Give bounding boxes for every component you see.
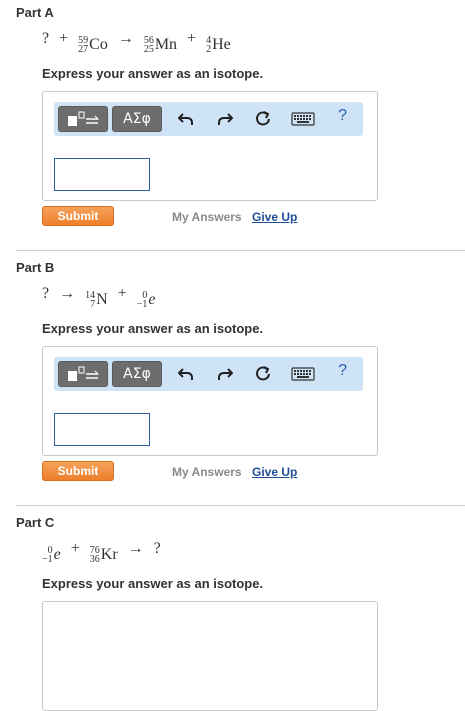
nuclide-electron: 0 −1 e (42, 546, 61, 565)
undo-icon (178, 113, 193, 125)
particle-symbol: e (148, 291, 156, 308)
reaction-arrow: → (117, 30, 134, 47)
plus-operator: + (70, 540, 80, 557)
element-symbol: Kr (100, 546, 118, 563)
part-b-answer-box: ΑΣφ ? (42, 346, 378, 456)
redo-icon (218, 113, 233, 125)
reset-button[interactable] (252, 363, 274, 385)
math-toolbar: ΑΣφ ? (54, 357, 363, 391)
part-b-give-up-link[interactable]: Give Up (252, 465, 297, 479)
template-icon (68, 111, 100, 126)
atomic-number: 27 (78, 44, 89, 55)
part-b-title: Part B (16, 260, 55, 275)
element-symbol: Co (89, 36, 108, 53)
nuclide-cobalt: 59 27 Co (78, 36, 108, 55)
nuclide-krypton: 76 36 Kr (89, 546, 118, 565)
atomic-number: −1 (136, 299, 148, 310)
atomic-number: 25 (143, 44, 154, 55)
reaction-arrow: → (59, 285, 76, 302)
reset-icon (256, 111, 270, 126)
keyboard-button[interactable] (290, 108, 316, 130)
reset-icon (256, 366, 270, 381)
template-button[interactable] (58, 361, 108, 387)
section-divider (16, 250, 465, 251)
undo-button[interactable] (175, 363, 197, 385)
keyboard-icon (291, 112, 315, 126)
part-c-equation: 0 −1 e + 76 36 Kr → ? (42, 540, 161, 565)
undo-icon (178, 368, 193, 380)
part-a-my-answers-link[interactable]: My Answers (172, 210, 242, 224)
atomic-number: 7 (90, 299, 96, 310)
reset-button[interactable] (252, 108, 274, 130)
part-b-equation: ? → 14 7 N + 0 −1 e (42, 285, 156, 310)
part-c-answer-box (42, 601, 378, 711)
part-a-give-up-link[interactable]: Give Up (252, 210, 297, 224)
plus-operator: + (59, 30, 69, 47)
part-a-title: Part A (16, 5, 54, 20)
part-a-equation: ? + 59 27 Co → 56 25 Mn + 42 He (42, 30, 231, 55)
part-a-instruction: Express your answer as an isotope. (42, 66, 264, 81)
element-symbol: Mn (154, 36, 178, 53)
atomic-number: −1 (42, 554, 53, 565)
part-a-submit-button[interactable]: Submit (42, 206, 114, 226)
redo-icon (218, 368, 233, 380)
plus-operator: + (187, 30, 197, 47)
help-button[interactable]: ? (338, 362, 347, 380)
greek-symbols-button[interactable]: ΑΣφ (112, 361, 162, 387)
template-icon (68, 366, 100, 381)
math-toolbar: ΑΣφ ? (54, 102, 363, 136)
part-c-instruction: Express your answer as an isotope. (42, 576, 264, 591)
redo-button[interactable] (214, 108, 236, 130)
unknown-symbol: ? (42, 30, 50, 47)
undo-button[interactable] (175, 108, 197, 130)
atomic-number: 2 (206, 44, 212, 55)
template-button[interactable] (58, 106, 108, 132)
part-b-my-answers-link[interactable]: My Answers (172, 465, 242, 479)
part-a-answer-input[interactable] (54, 158, 150, 191)
keyboard-icon (291, 367, 315, 381)
plus-operator: + (117, 285, 127, 302)
part-b-submit-button[interactable]: Submit (42, 461, 114, 481)
nuclide-electron: 0 −1 e (136, 291, 156, 310)
reaction-arrow: → (127, 540, 144, 557)
part-b-answer-input[interactable] (54, 413, 150, 446)
redo-button[interactable] (214, 363, 236, 385)
keyboard-button[interactable] (290, 363, 316, 385)
unknown-symbol: ? (42, 285, 50, 302)
atomic-number: 36 (89, 554, 100, 565)
particle-symbol: e (53, 546, 61, 563)
part-c-title: Part C (16, 515, 55, 530)
greek-symbols-button[interactable]: ΑΣφ (112, 106, 162, 132)
part-b-instruction: Express your answer as an isotope. (42, 321, 264, 336)
nuclide-nitrogen: 14 7 N (85, 291, 108, 310)
unknown-symbol: ? (153, 540, 161, 557)
nuclide-manganese: 56 25 Mn (143, 36, 178, 55)
element-symbol: He (212, 36, 231, 53)
part-a-answer-box: ΑΣφ ? (42, 91, 378, 201)
section-divider (16, 505, 465, 506)
element-symbol: N (96, 291, 108, 308)
help-button[interactable]: ? (338, 107, 347, 125)
nuclide-helium: 42 He (206, 36, 231, 55)
